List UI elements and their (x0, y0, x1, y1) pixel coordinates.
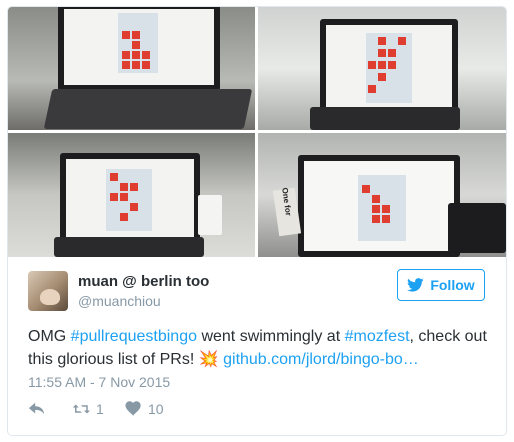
heart-icon (125, 401, 141, 417)
twitter-bird-icon (407, 278, 424, 292)
reply-icon (28, 402, 45, 415)
photo-grid: One for (8, 7, 506, 257)
laptop-keyboard (310, 107, 460, 130)
like-button[interactable]: 10 (124, 399, 164, 419)
tweet-card: One for muan @ berlin too @muanchiou Fol… (7, 6, 507, 436)
like-count: 10 (148, 401, 164, 417)
retweet-count: 1 (96, 401, 104, 417)
reply-button[interactable] (28, 399, 46, 419)
tweet-photo-1[interactable] (8, 7, 255, 130)
laptop-screen (298, 155, 460, 257)
laptop-bag (448, 203, 506, 253)
laptop-screen (58, 7, 220, 91)
tweet-photo-4[interactable]: One for (258, 133, 506, 257)
tweet-actions: 1 10 (28, 399, 228, 419)
hashtag-mozfest[interactable]: #mozfest (345, 328, 410, 345)
tweet-text: OMG #pullrequestbingo went swimmingly at… (28, 325, 488, 371)
laptop-keyboard (43, 89, 253, 129)
paper-sign-text: One for (280, 186, 293, 217)
follow-button[interactable]: Follow (397, 269, 485, 301)
paper-sign: One for (272, 186, 302, 237)
github-link[interactable]: github.com/jlord/bingo-bo… (223, 351, 419, 368)
avatar[interactable] (28, 271, 68, 311)
laptop-screen (60, 153, 200, 249)
user-handle[interactable]: @muanchiou (78, 293, 161, 309)
follow-label: Follow (430, 277, 475, 293)
hashtag-pullrequestbingo[interactable]: #pullrequestbingo (71, 328, 197, 345)
laptop-screen (320, 19, 458, 117)
retweet-icon (72, 404, 90, 414)
text-part: went swimmingly at (197, 328, 345, 345)
paper-cup (198, 195, 222, 235)
laptop-keyboard (54, 237, 204, 257)
tweet-timestamp[interactable]: 11:55 AM - 7 Nov 2015 (28, 374, 170, 390)
tweet-photo-3[interactable] (8, 133, 255, 257)
text-part: OMG (28, 328, 71, 345)
retweet-button[interactable]: 1 (72, 399, 104, 419)
tweet-photo-2[interactable] (258, 7, 506, 130)
collision-emoji: 💥 (198, 351, 219, 368)
display-name[interactable]: muan @ berlin too (78, 273, 209, 290)
